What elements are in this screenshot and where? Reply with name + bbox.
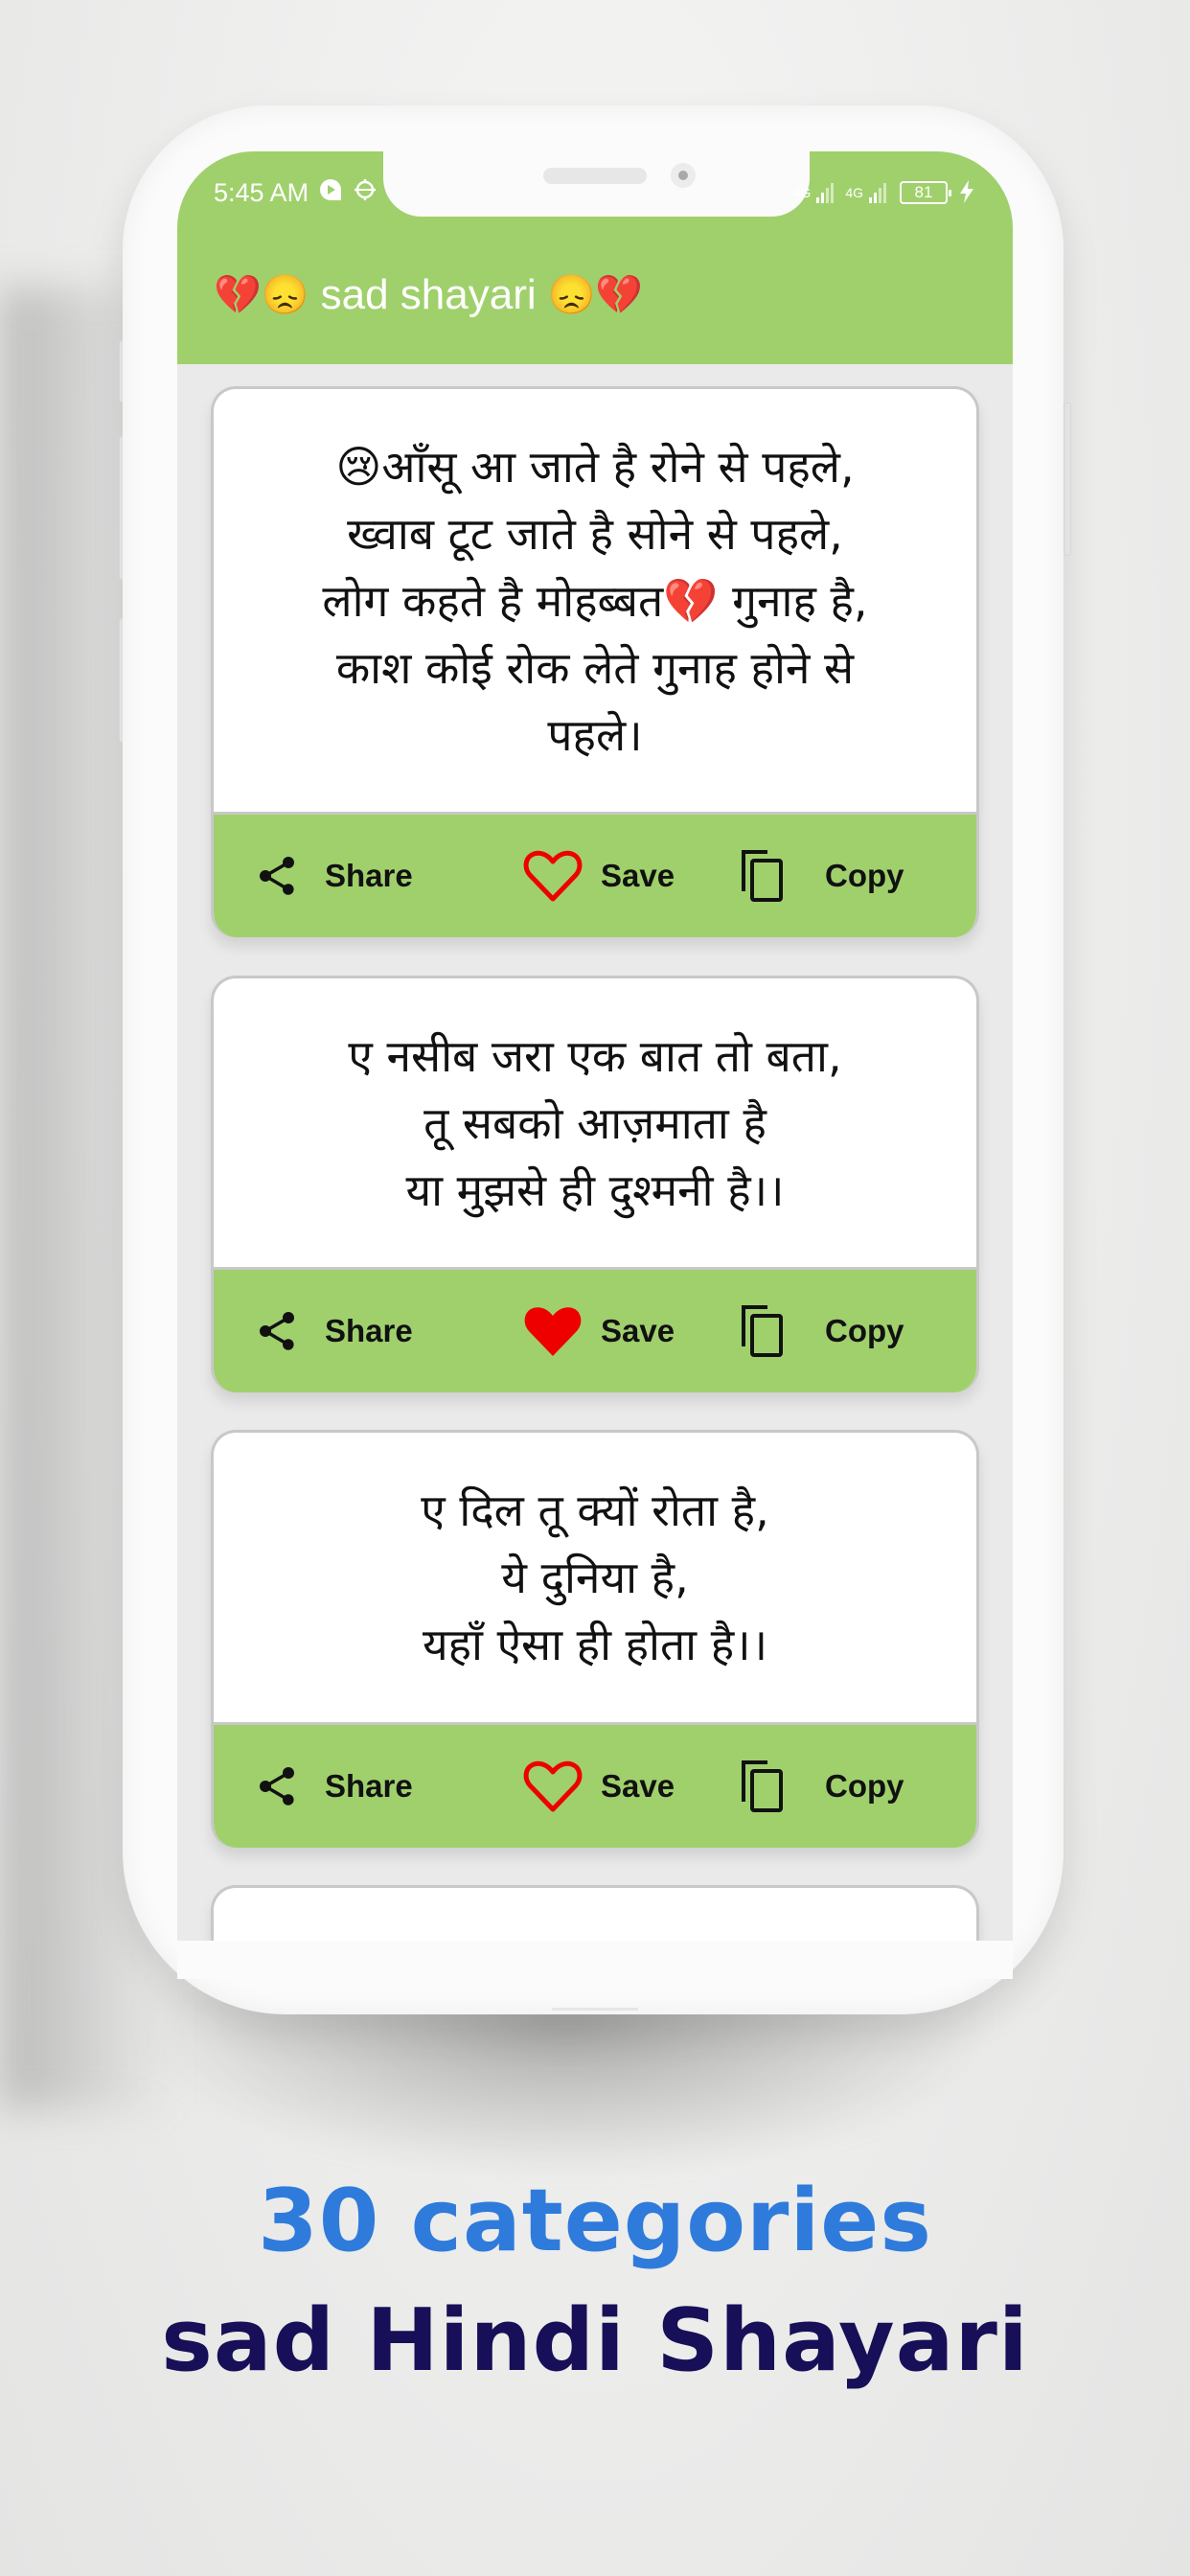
shayari-line: 😢आँसू आ जाते है रोने से पहले,: [335, 440, 855, 493]
copy-label: Copy: [825, 1313, 904, 1348]
shayari-line: काश कोई रोक लेते गुनाह होने से: [335, 641, 855, 694]
title-emoji-right: 😞💔: [547, 274, 644, 316]
shayari-line: ए नसीब जरा एक बात तो बता,: [348, 1029, 842, 1082]
status-bar-right: 4G 4G 81: [793, 176, 974, 209]
share-label: Share: [325, 1768, 413, 1804]
app-title: 💔😞 sad shayari 😞💔: [214, 271, 643, 319]
phone-power-button: [1064, 402, 1071, 556]
copy-icon: [741, 1760, 787, 1813]
earpiece-speaker: [543, 168, 647, 184]
shayari-card: 😢आँसू आ जाते है रोने से पहले, ख्वाब टूट …: [211, 386, 979, 937]
battery-level: 81: [914, 183, 933, 201]
copy-icon: [741, 849, 787, 903]
app-title-text: sad shayari: [320, 271, 537, 318]
share-label: Share: [325, 858, 413, 893]
shayari-text[interactable]: …: [214, 1888, 976, 1941]
shayari-line: या मुझसे ही दुश्मनी है।।: [405, 1163, 785, 1216]
copy-button[interactable]: Copy: [741, 1725, 904, 1848]
share-icon: [254, 1308, 300, 1354]
save-button[interactable]: Save: [522, 1725, 675, 1848]
save-label: Save: [601, 1313, 675, 1348]
share-button[interactable]: Share: [254, 1270, 413, 1392]
heart-filled-icon: [522, 1303, 584, 1359]
save-label: Save: [601, 858, 675, 893]
shayari-line: ये दुनिया है,: [501, 1552, 689, 1603]
copy-icon: [741, 1304, 787, 1358]
copy-button[interactable]: Copy: [741, 1270, 904, 1392]
phone-screen: 5:45 AM 4G 4G 81 💔😞 sad shayari 😞💔 😢आँसू…: [177, 151, 1013, 1941]
shayari-line: पहले।: [547, 708, 643, 761]
promo-subheadline: sad Hindi Shayari: [161, 2290, 1029, 2391]
heart-outline-icon: [522, 848, 584, 904]
promo-headline: 30 categories: [258, 2171, 932, 2271]
shayari-text[interactable]: ए दिल तू क्यों रोता है, ये दुनिया है, यह…: [214, 1433, 976, 1722]
shayari-card: ए नसीब जरा एक बात तो बता, तू सबको आज़मात…: [211, 976, 979, 1392]
card-action-bar: Share Save Copy: [214, 1267, 976, 1392]
shayari-card: …: [211, 1885, 979, 1941]
charging-bolt-icon: [959, 179, 974, 206]
shayari-card: ए दिल तू क्यों रोता है, ये दुनिया है, यह…: [211, 1430, 979, 1848]
shayari-text[interactable]: 😢आँसू आ जाते है रोने से पहले, ख्वाब टूट …: [214, 389, 976, 812]
home-indicator: [552, 2008, 638, 2011]
front-camera: [671, 163, 696, 188]
save-button[interactable]: Save: [522, 1270, 675, 1392]
share-icon: [254, 1763, 300, 1809]
shayari-line: यहाँ ऐसा ही होता है।।: [422, 1619, 768, 1670]
status-time: 5:45 AM: [214, 177, 309, 207]
shayari-text[interactable]: ए नसीब जरा एक बात तो बता, तू सबको आज़मात…: [214, 978, 976, 1267]
save-label: Save: [601, 1768, 675, 1804]
shayari-line: ख्वाब टूट जाते है सोने से पहले,: [347, 507, 843, 560]
share-button[interactable]: Share: [254, 815, 413, 937]
network-type-2: 4G: [845, 185, 863, 200]
title-emoji-left: 💔😞: [214, 274, 309, 316]
camera-notch: [383, 151, 810, 217]
heart-outline-icon: [522, 1759, 584, 1814]
copy-button[interactable]: Copy: [741, 815, 904, 937]
card-action-bar: Share Save Copy: [214, 812, 976, 937]
status-bar-left: 5:45 AM: [214, 176, 378, 209]
save-button[interactable]: Save: [522, 815, 675, 937]
phone-chin: [177, 1941, 1013, 1979]
copy-label: Copy: [825, 858, 904, 893]
signal-strength-icon: [816, 182, 835, 203]
battery-icon: 81: [900, 181, 951, 204]
shayari-line: लोग कहते है मोहब्बत💔 गुनाह है,: [322, 574, 868, 627]
android-debug-icon: [353, 177, 378, 209]
network-type-1: 4G: [792, 185, 812, 200]
share-icon: [254, 853, 300, 899]
signal-strength-icon: [869, 182, 886, 203]
share-label: Share: [325, 1313, 413, 1348]
copy-label: Copy: [825, 1768, 904, 1804]
shayari-line: ए दिल तू क्यों रोता है,: [421, 1484, 769, 1536]
app-bar: 5:45 AM 4G 4G 81 💔😞 sad shayari 😞💔: [177, 151, 1013, 364]
share-button[interactable]: Share: [254, 1725, 413, 1848]
card-action-bar: Share Save Copy: [214, 1722, 976, 1848]
media-play-notification-icon: [318, 177, 343, 209]
shayari-line: तू सबको आज़माता है: [423, 1096, 767, 1149]
